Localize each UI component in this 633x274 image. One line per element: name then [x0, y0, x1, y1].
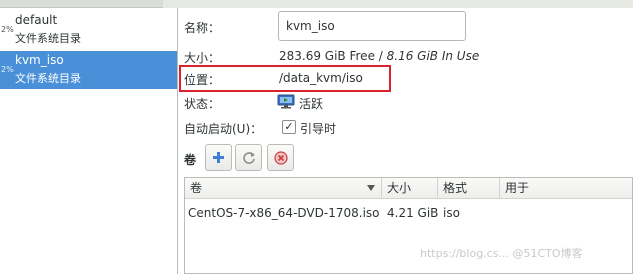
plus-icon [213, 152, 224, 163]
pool-name-field[interactable] [278, 11, 466, 41]
table-row[interactable]: CentOS-7-x86_64-DVD-1708.iso 4.21 GiB is… [185, 202, 632, 224]
column-header-used-by[interactable]: 用于 [500, 178, 632, 199]
pool-name: kvm_iso [15, 53, 64, 67]
size-free: 283.69 GiB Free / [279, 49, 387, 63]
name-label: 名称： [184, 21, 221, 35]
pool-usage-percent: 2% [1, 65, 14, 74]
refresh-volumes-button[interactable] [235, 144, 262, 171]
refresh-icon [242, 151, 255, 164]
state-value: 活跃 [299, 97, 324, 111]
size-label: 大小： [184, 51, 221, 65]
delete-icon [273, 150, 288, 165]
autostart-label: 自动启动(U)： [184, 122, 263, 136]
add-volume-button[interactable] [205, 144, 232, 171]
location-value: /data_kvm/iso [279, 71, 363, 85]
size-value: 283.69 GiB Free / 8.16 GiB In Use [279, 49, 479, 63]
pool-type: 文件系统目录 [15, 32, 81, 45]
column-header-volume[interactable]: 卷 [185, 178, 382, 199]
location-label: 位置： [184, 73, 221, 87]
volumes-label: 卷 [184, 153, 197, 167]
state-label: 状态： [184, 97, 221, 111]
pool-item-kvm-iso[interactable]: 2% kvm_iso 文件系统目录 [0, 51, 177, 89]
table-header: 卷 大小 格式 用于 [185, 178, 632, 199]
pool-name: default [15, 13, 58, 27]
top-tab [163, 0, 633, 8]
monitor-icon [277, 94, 295, 109]
size-used: 8.16 GiB In Use [386, 49, 480, 63]
delete-volume-button[interactable] [267, 144, 294, 171]
pool-details: 名称： 大小： 283.69 GiB Free / 8.16 GiB In Us… [179, 8, 633, 274]
pool-usage-percent: 2% [1, 25, 14, 34]
volume-name-cell: CentOS-7-x86_64-DVD-1708.iso [188, 206, 380, 220]
volume-size-cell: 4.21 GiB [387, 206, 439, 220]
sort-arrow-icon [367, 185, 375, 191]
autostart-value: 引导时 [300, 122, 337, 136]
column-header-format[interactable]: 格式 [438, 178, 500, 199]
pool-list: 2% default 文件系统目录 2% kvm_iso 文件系统目录 [0, 8, 178, 274]
autostart-checkbox[interactable]: ✓ [282, 120, 296, 134]
pool-item-default[interactable]: 2% default 文件系统目录 [0, 11, 177, 49]
column-header-size[interactable]: 大小 [382, 178, 438, 199]
volume-format-cell: iso [443, 206, 460, 220]
watermark: https://blog.cs... @51CTO博客 [420, 247, 583, 260]
pool-type: 文件系统目录 [15, 72, 81, 85]
top-tab-strip [0, 0, 633, 8]
